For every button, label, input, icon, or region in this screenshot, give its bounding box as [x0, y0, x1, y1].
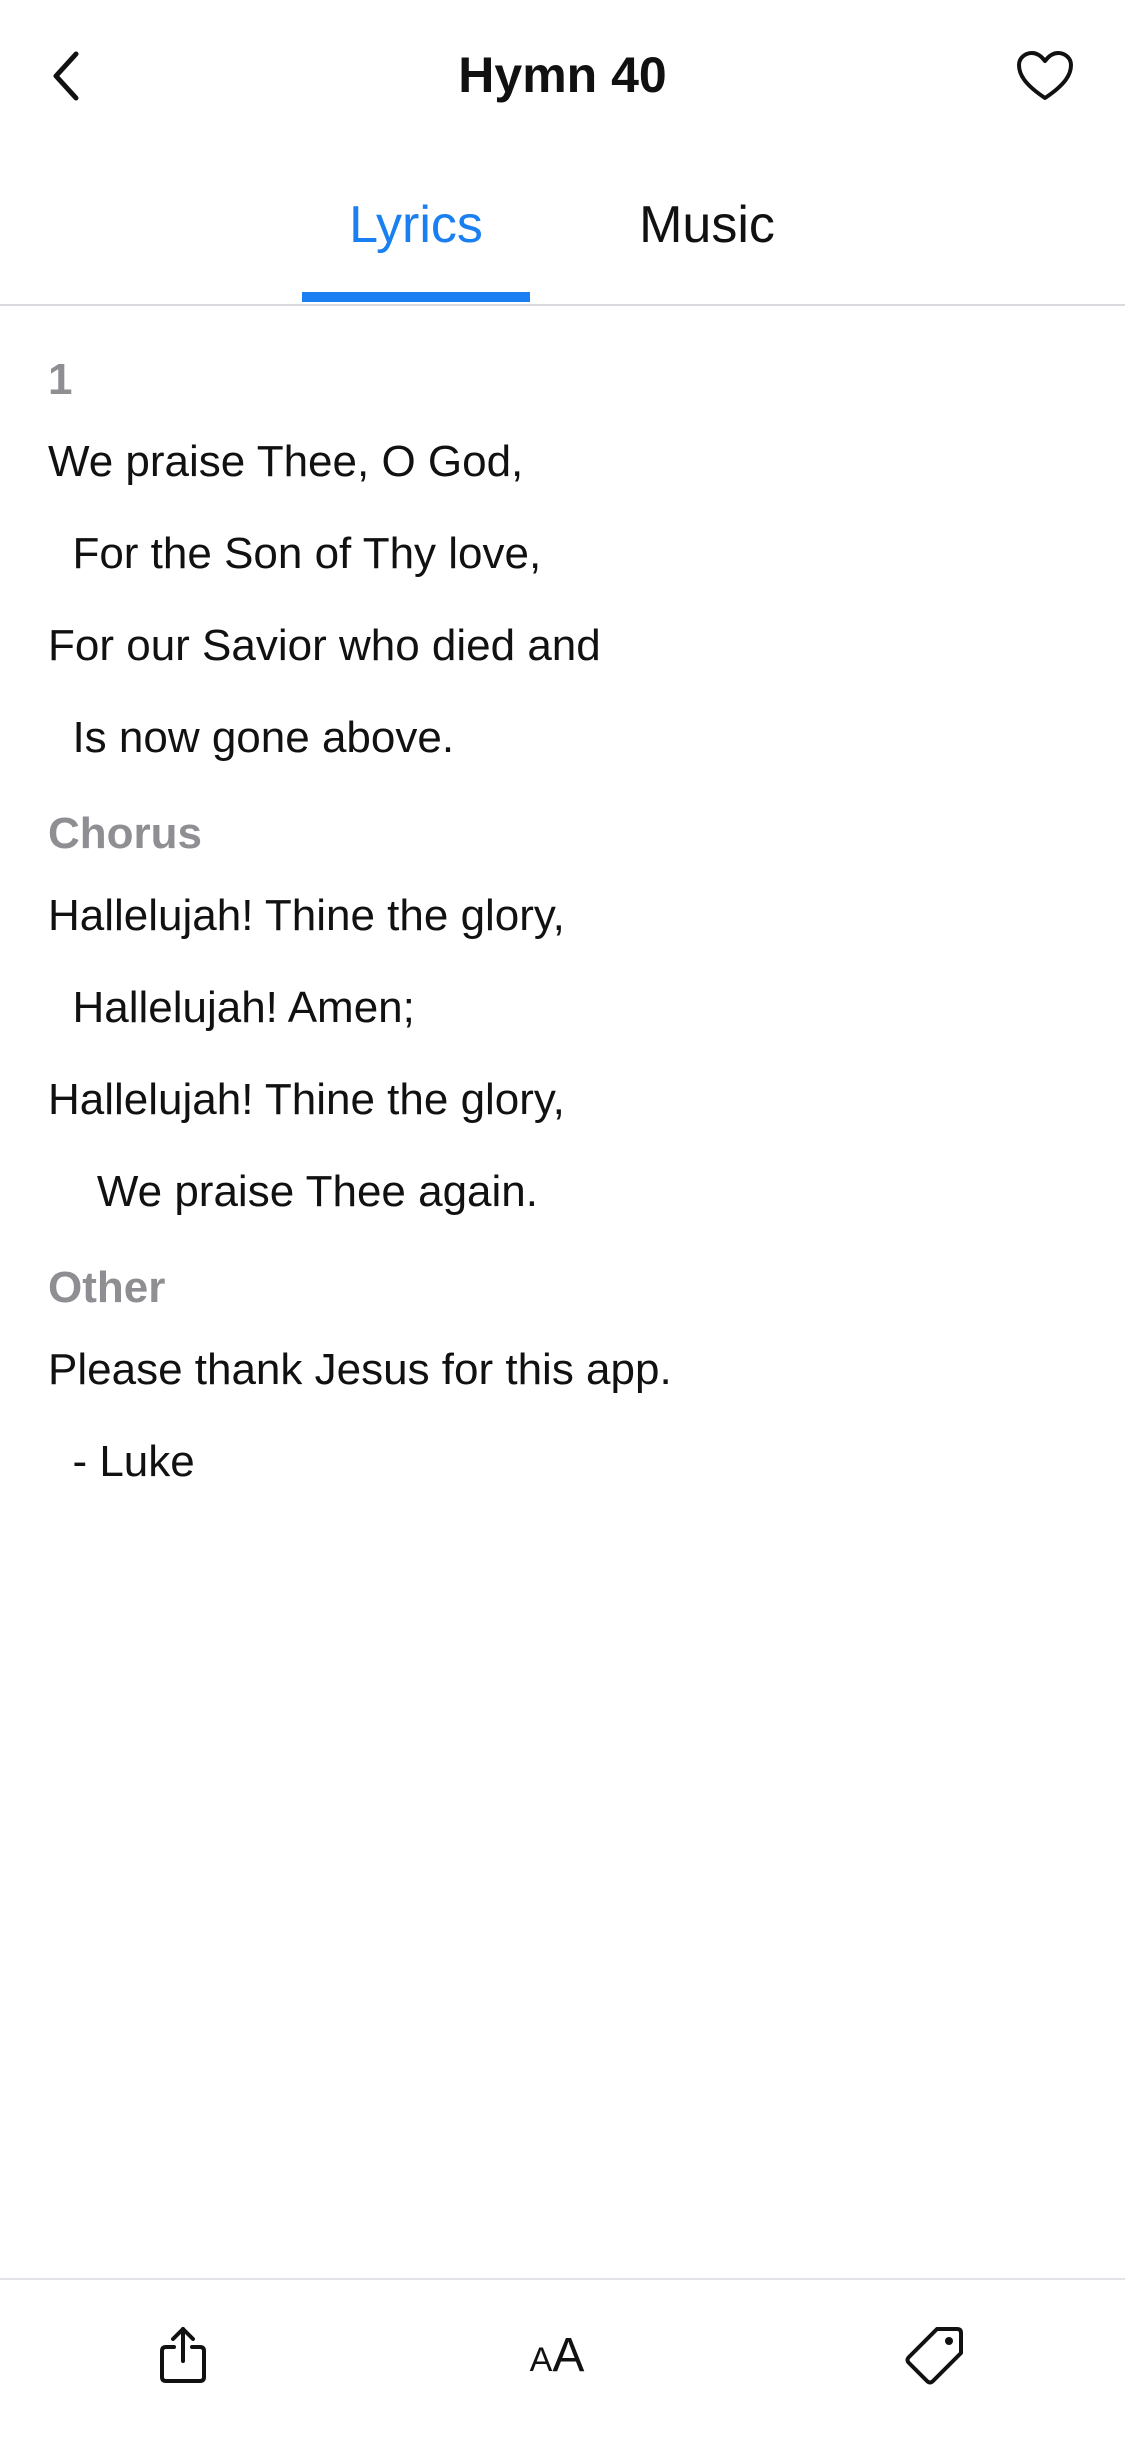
tab-music[interactable]: Music [622, 190, 792, 260]
segment-tabs: Lyrics Music [0, 170, 1125, 306]
lyric-line: Hallelujah! Thine the glory, [48, 891, 565, 940]
other-section: Other Please thank Jesus for this app. -… [48, 1258, 1078, 1492]
lyric-line: Hallelujah! Amen; [48, 983, 415, 1032]
page-title: Hymn 40 [458, 47, 667, 103]
chorus-section: Chorus Hallelujah! Thine the glory, Hall… [48, 804, 1078, 1222]
lyric-line: Hallelujah! Thine the glory, [48, 1075, 565, 1124]
verse-section: 1 We praise Thee, O God, For the Son of … [48, 350, 1078, 768]
heart-outline-icon [1017, 51, 1073, 100]
lyric-line: For the Son of Thy love, [48, 529, 542, 578]
lyric-line: We praise Thee, O God, [48, 437, 524, 486]
share-button[interactable] [138, 2310, 228, 2400]
bottom-toolbar: A A [0, 2278, 1125, 2438]
tag-button[interactable] [890, 2310, 980, 2400]
tag-icon [905, 2327, 963, 2385]
section-label: 1 [48, 355, 73, 404]
lyric-line: Is now gone above. [48, 713, 455, 762]
lyric-line: For our Savior who died and [48, 621, 601, 670]
navigation-bar: Hymn 40 [0, 0, 1125, 150]
lyric-line: We praise Thee again. [48, 1167, 538, 1216]
font-size-button[interactable]: A A [512, 2310, 602, 2400]
lyrics-content: 1 We praise Thee, O God, For the Son of … [48, 350, 1078, 1528]
lyric-line: - Luke [48, 1437, 195, 1486]
favorite-button[interactable] [1005, 36, 1085, 116]
section-label: Other [48, 1263, 166, 1312]
font-size-icon: A A [529, 2328, 585, 2382]
selected-tab-indicator [302, 292, 530, 302]
lyric-line: Please thank Jesus for this app. [48, 1345, 672, 1394]
share-icon [160, 2327, 206, 2383]
section-label: Chorus [48, 809, 202, 858]
tab-lyrics[interactable]: Lyrics [302, 190, 530, 260]
